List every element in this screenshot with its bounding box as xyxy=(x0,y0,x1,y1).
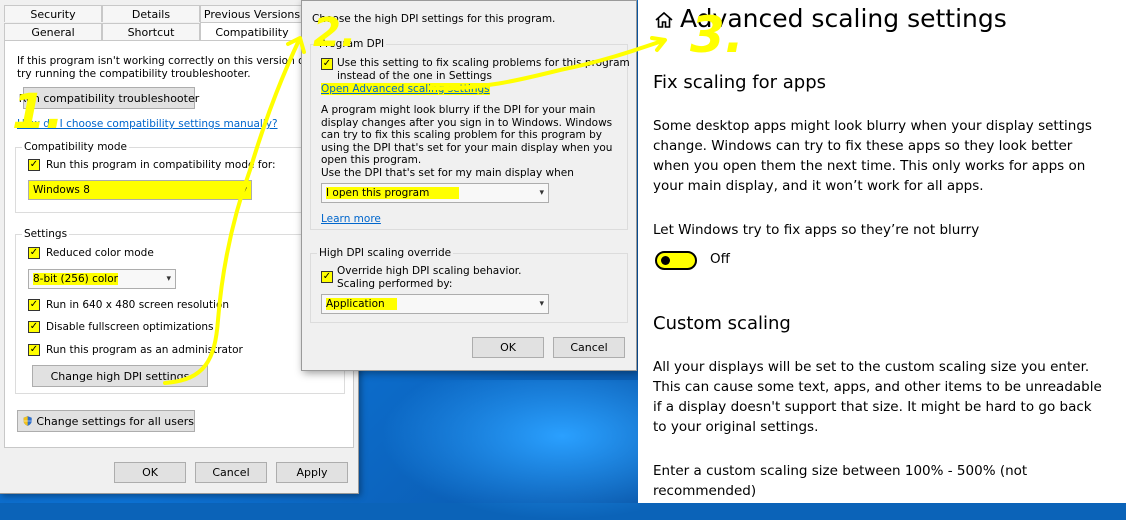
dropdown-arrow-icon: ▾ xyxy=(166,274,171,284)
tab-shortcut[interactable]: Shortcut xyxy=(102,23,200,40)
use-setting-line-2: instead of the one in Settings xyxy=(337,70,492,82)
reduced-color-checkbox[interactable]: ✓ xyxy=(28,247,40,259)
program-dpi-group: Program DPI ✓ Use this setting to fix sc… xyxy=(310,37,630,230)
fullscreen-checkbox[interactable]: ✓ xyxy=(28,321,40,333)
ok-button[interactable]: OK xyxy=(114,462,186,483)
use-setting-line-1: Use this setting to fix scaling problems… xyxy=(337,57,630,69)
learn-more-link[interactable]: Learn more xyxy=(321,213,381,225)
dpi-override-title: High DPI scaling override xyxy=(317,246,454,260)
custom-scaling-heading: Custom scaling xyxy=(653,313,791,334)
run-as-admin-label: Run this program as an administrator xyxy=(46,344,243,356)
use-dpi-label: Use the DPI that's set for my main displ… xyxy=(321,167,574,179)
run-as-admin-checkbox[interactable]: ✓ xyxy=(28,344,40,356)
settings-group-title: Settings xyxy=(22,227,70,241)
compat-mode-checkbox[interactable]: ✓ xyxy=(28,159,40,171)
reduced-color-label: Reduced color mode xyxy=(46,247,154,259)
page-title: Advanced scaling settings xyxy=(680,4,1007,33)
toggle-state-label: Off xyxy=(710,251,730,267)
color-depth-select[interactable]: 8-bit (256) color ▾ xyxy=(28,269,176,289)
intro-line-2: try running the compatibility troublesho… xyxy=(17,68,251,80)
change-high-dpi-button[interactable]: Change high DPI settings xyxy=(32,365,208,387)
checkmark-icon: ✓ xyxy=(322,58,332,69)
compat-mode-value: Windows 8 xyxy=(33,184,90,196)
home-icon[interactable] xyxy=(653,10,675,30)
dpi-dialog-heading: Choose the high DPI settings for this pr… xyxy=(312,13,556,25)
compatibility-mode-title: Compatibility mode xyxy=(22,140,129,154)
use-dpi-select[interactable]: I open this program ▾ xyxy=(321,183,549,203)
high-dpi-dialog: Choose the high DPI settings for this pr… xyxy=(301,0,637,371)
tab-row-bottom: General Shortcut Compatibility xyxy=(4,22,304,41)
dpi-override-group: High DPI scaling override ✓ Override hig… xyxy=(310,246,628,323)
tab-previous-versions[interactable]: Previous Versions xyxy=(200,5,304,22)
fix-scaling-heading: Fix scaling for apps xyxy=(653,72,827,93)
scaling-performed-select[interactable]: Application ▾ xyxy=(321,294,549,314)
checkmark-icon: ✓ xyxy=(29,344,39,355)
program-dpi-title: Program DPI xyxy=(317,37,387,51)
apply-button[interactable]: Apply xyxy=(276,462,348,483)
compat-mode-label: Run this program in compatibility mode f… xyxy=(46,159,276,171)
let-windows-label: Let Windows try to fix apps so they’re n… xyxy=(653,222,980,238)
advanced-scaling-settings-panel: Advanced scaling settings Fix scaling fo… xyxy=(638,0,1126,503)
tab-general[interactable]: General xyxy=(4,23,102,40)
scaling-performed-value: Application xyxy=(326,298,397,310)
resolution-label: Run in 640 x 480 screen resolution xyxy=(46,299,230,311)
tab-details[interactable]: Details xyxy=(102,5,200,22)
checkmark-icon: ✓ xyxy=(29,247,39,258)
compatibility-mode-group: Compatibility mode ✓ Run this program in… xyxy=(15,140,345,213)
custom-scaling-description: All your displays will be set to the cus… xyxy=(653,359,1102,435)
cancel-button[interactable]: Cancel xyxy=(195,462,267,483)
tab-row-top: Security Details Previous Versions xyxy=(4,5,304,23)
change-all-users-button[interactable]: Change settings for all users xyxy=(17,410,195,432)
checkmark-icon: ✓ xyxy=(322,271,332,282)
compat-mode-select[interactable]: Windows 8 ▾ xyxy=(28,180,252,200)
blurry-explanation: A program might look blurry if the DPI f… xyxy=(321,104,613,166)
override-checkbox[interactable]: ✓ xyxy=(321,271,333,283)
tab-compatibility[interactable]: Compatibility xyxy=(200,22,304,41)
run-troubleshooter-button[interactable]: Run compatibility troubleshooter xyxy=(19,87,199,109)
change-all-users-label: Change settings for all users xyxy=(36,414,194,428)
dpi-ok-button[interactable]: OK xyxy=(472,337,544,358)
dropdown-arrow-icon: ▾ xyxy=(242,185,247,195)
open-advanced-scaling-link[interactable]: Open Advanced scaling settings xyxy=(321,83,490,95)
dropdown-arrow-icon: ▾ xyxy=(539,299,544,309)
fix-apps-toggle[interactable] xyxy=(655,251,697,270)
resolution-checkbox[interactable]: ✓ xyxy=(28,299,40,311)
override-line-1: Override high DPI scaling behavior. xyxy=(337,265,522,277)
fix-scaling-description: Some desktop apps might look blurry when… xyxy=(653,118,1092,194)
use-setting-checkbox[interactable]: ✓ xyxy=(321,58,333,70)
dropdown-arrow-icon: ▾ xyxy=(539,188,544,198)
custom-scaling-instruction: Enter a custom scaling size between 100%… xyxy=(653,463,1028,499)
override-line-2: Scaling performed by: xyxy=(337,278,453,290)
shield-icon xyxy=(23,416,32,426)
checkmark-icon: ✓ xyxy=(29,299,39,310)
color-depth-value: 8-bit (256) color xyxy=(33,273,118,285)
tab-security[interactable]: Security xyxy=(4,5,102,22)
fullscreen-label: Disable fullscreen optimizations xyxy=(46,321,214,333)
settings-group: Settings ✓ Reduced color mode 8-bit (256… xyxy=(15,227,345,394)
checkmark-icon: ✓ xyxy=(29,321,39,332)
checkmark-icon: ✓ xyxy=(29,159,39,170)
use-dpi-value: I open this program xyxy=(326,187,460,199)
dpi-cancel-button[interactable]: Cancel xyxy=(553,337,625,358)
manual-settings-link[interactable]: How do I choose compatibility settings m… xyxy=(17,118,278,130)
